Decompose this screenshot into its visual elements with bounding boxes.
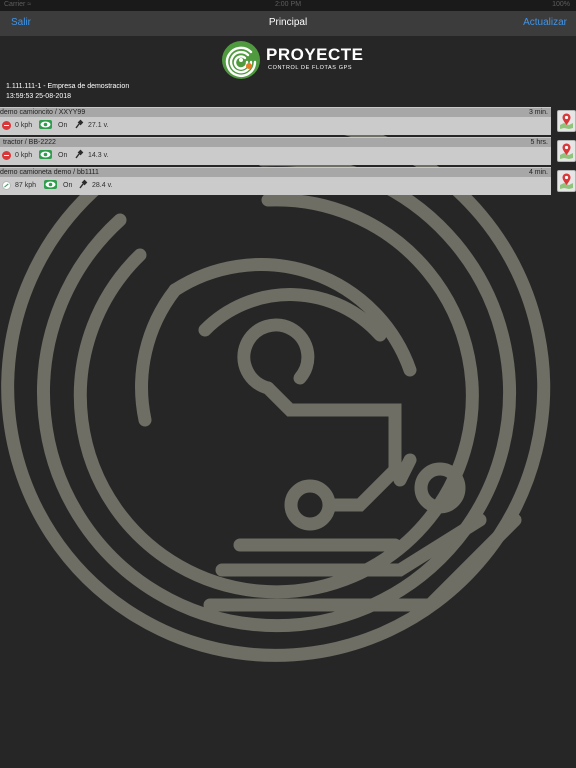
map-location-button[interactable] xyxy=(557,170,576,192)
battery-label: 100% xyxy=(552,1,570,8)
vehicle-row[interactable]: demo camioneta demo / bb1111 4 min. 87 k… xyxy=(0,167,576,196)
proyecte-logo-icon xyxy=(222,41,260,79)
ignition-status: On xyxy=(63,182,73,189)
stopped-icon xyxy=(2,121,11,130)
account-company: 1.111.111-1 - Empresa de demostracion xyxy=(6,83,130,90)
vehicle-name: demo camioncito / XXYY99 xyxy=(0,109,86,116)
vehicle-row-body: 87 kph On 28.4 v. xyxy=(0,177,551,195)
vehicle-last-update: 5 hrs. xyxy=(530,139,548,146)
vehicle-last-update: 4 min. xyxy=(528,169,548,176)
brand: PROYECTE CONTROL DE FLOTAS GPS xyxy=(221,40,371,80)
refresh-button[interactable]: Actualizar xyxy=(523,17,567,28)
vehicle-row-body: 0 kph On 14.3 v. xyxy=(0,147,551,165)
vehicle-row[interactable]: tractor / BB-2222 5 hrs. 0 kph On 14.3 v… xyxy=(0,137,576,166)
vehicle-voltage: 27.1 v. xyxy=(88,122,109,129)
vehicle-row-header: demo camioneta demo / bb1111 4 min. xyxy=(0,167,551,177)
ignition-status: On xyxy=(58,152,68,159)
vehicle-name: tractor / BB-2222 xyxy=(3,139,56,146)
nav-bar: Salir Principal Actualizar xyxy=(0,11,576,36)
vehicle-row-header: demo camioncito / XXYY99 3 min. xyxy=(0,107,551,117)
vehicle-row-header: tractor / BB-2222 5 hrs. xyxy=(0,137,551,147)
map-pin-icon xyxy=(560,143,573,159)
account-timestamp: 13:59:53 25-08-2018 xyxy=(6,93,71,100)
vehicle-voltage: 14.3 v. xyxy=(88,152,109,159)
map-pin-icon xyxy=(560,113,573,129)
stopped-icon xyxy=(2,151,11,160)
moving-icon xyxy=(2,181,11,190)
vehicle-speed: 0 kph xyxy=(15,152,33,159)
app-screen: Carrier ≈ 2:00 PM 100% Salir Principal A… xyxy=(0,0,576,768)
map-location-button[interactable] xyxy=(557,110,576,132)
plug-icon xyxy=(75,119,84,129)
vehicle-name: demo camioneta demo / bb1111 xyxy=(0,169,99,176)
brand-tagline: CONTROL DE FLOTAS GPS xyxy=(268,65,353,71)
plug-icon xyxy=(79,179,88,189)
vehicle-last-update: 3 min. xyxy=(528,109,548,116)
plug-icon xyxy=(75,149,84,159)
ignition-status: On xyxy=(58,122,68,129)
vehicle-speed: 87 kph xyxy=(15,182,37,189)
eye-icon xyxy=(44,180,57,189)
vehicle-speed: 0 kph xyxy=(15,122,33,129)
vehicle-row-body: 0 kph On 27.1 v. xyxy=(0,117,551,135)
vehicle-voltage: 28.4 v. xyxy=(92,182,113,189)
eye-icon xyxy=(39,150,52,159)
map-location-button[interactable] xyxy=(557,140,576,162)
eye-icon xyxy=(39,120,52,129)
status-bar: Carrier ≈ 2:00 PM 100% xyxy=(0,0,576,11)
brand-name: PROYECTE xyxy=(266,45,364,64)
map-pin-icon xyxy=(560,173,573,189)
status-time: 2:00 PM xyxy=(274,1,302,8)
vehicle-row[interactable]: demo camioncito / XXYY99 3 min. 0 kph On… xyxy=(0,107,576,136)
page-title: Principal xyxy=(268,17,308,28)
